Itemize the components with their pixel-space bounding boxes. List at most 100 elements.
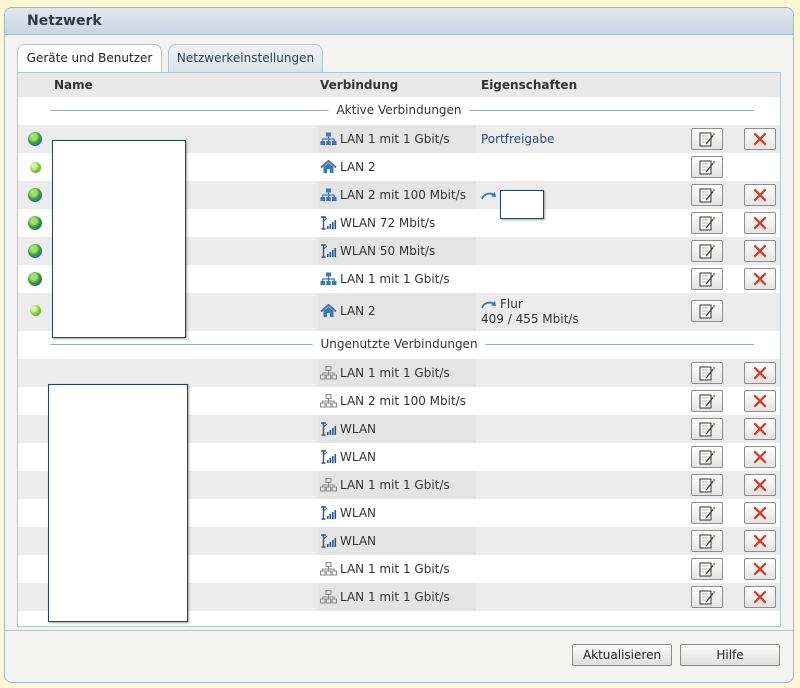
delete-icon bbox=[753, 590, 767, 604]
delete-button[interactable] bbox=[744, 362, 776, 384]
edit-button[interactable] bbox=[691, 268, 723, 290]
delete-button[interactable] bbox=[744, 446, 776, 468]
edit-button[interactable] bbox=[691, 530, 723, 552]
edit-icon bbox=[698, 131, 716, 147]
delete-button[interactable] bbox=[744, 240, 776, 262]
edit-button[interactable] bbox=[691, 474, 723, 496]
edit-icon bbox=[698, 533, 716, 549]
edit-icon bbox=[698, 421, 716, 437]
delete-icon bbox=[753, 562, 767, 576]
edit-button[interactable] bbox=[691, 184, 723, 206]
edit-button[interactable] bbox=[691, 156, 723, 178]
delete-icon bbox=[753, 216, 767, 230]
connection-info: LAN 1 mit 1 Gbit/s bbox=[320, 132, 450, 146]
edit-button[interactable] bbox=[691, 418, 723, 440]
help-button[interactable]: Hilfe bbox=[680, 644, 780, 666]
internet-globe-icon bbox=[28, 188, 42, 202]
edit-icon bbox=[698, 303, 716, 319]
delete-button[interactable] bbox=[744, 184, 776, 206]
edit-icon bbox=[698, 215, 716, 231]
column-name[interactable]: Name bbox=[54, 78, 93, 92]
connection-label: WLAN bbox=[340, 506, 377, 520]
delete-icon bbox=[753, 366, 767, 380]
delete-icon bbox=[753, 272, 767, 286]
edit-button[interactable] bbox=[691, 300, 723, 322]
lan-icon bbox=[320, 272, 340, 286]
connection-info: WLAN 72 Mbit/s bbox=[320, 216, 435, 230]
connection-label: WLAN 72 Mbit/s bbox=[340, 216, 436, 230]
connection-label: LAN 2 bbox=[340, 160, 376, 174]
edit-button[interactable] bbox=[691, 558, 723, 580]
delete-icon bbox=[753, 188, 767, 202]
delete-button[interactable] bbox=[744, 502, 776, 524]
lan-gray-icon bbox=[320, 394, 340, 408]
delete-button[interactable] bbox=[744, 212, 776, 234]
delete-icon bbox=[753, 244, 767, 258]
network-panel: Netzwerk Geräte und Benutzer Netzwerkein… bbox=[4, 7, 794, 683]
edit-icon bbox=[698, 589, 716, 605]
connection-info: LAN 1 mit 1 Gbit/s bbox=[320, 366, 450, 380]
lan-icon bbox=[320, 188, 340, 202]
connection-label: WLAN bbox=[340, 422, 377, 436]
edit-button[interactable] bbox=[691, 390, 723, 412]
table-row: LAN 1 mit 1 Gbit/s bbox=[18, 359, 780, 387]
wlan-icon bbox=[320, 506, 340, 520]
mesh-speed: 409 / 455 Mbit/s bbox=[481, 312, 579, 326]
lan-gray-icon bbox=[320, 562, 340, 576]
connection-info: LAN 2 bbox=[320, 304, 376, 318]
mesh-name-line: Flur bbox=[481, 297, 579, 312]
edit-icon bbox=[698, 365, 716, 381]
tab-network-settings[interactable]: Netzwerkeinstellungen bbox=[168, 44, 323, 72]
table-header: Name Verbindung Eigenschaften bbox=[18, 73, 780, 97]
port-forward-link[interactable]: Portfreigabe bbox=[481, 132, 554, 146]
edit-button[interactable] bbox=[691, 128, 723, 150]
delete-button[interactable] bbox=[744, 268, 776, 290]
panel-title: Netzwerk bbox=[5, 8, 793, 35]
repeater-icon bbox=[481, 297, 500, 311]
lan-gray-icon bbox=[320, 366, 340, 380]
edit-button[interactable] bbox=[691, 446, 723, 468]
connection-info: LAN 2 bbox=[320, 160, 376, 174]
lan-icon bbox=[320, 132, 340, 146]
connection-label: LAN 2 mit 100 Mbit/s bbox=[340, 188, 466, 202]
edit-icon bbox=[698, 561, 716, 577]
home-icon bbox=[320, 160, 340, 174]
edit-button[interactable] bbox=[691, 502, 723, 524]
refresh-button[interactable]: Aktualisieren bbox=[572, 644, 672, 666]
edit-icon bbox=[698, 159, 716, 175]
delete-icon bbox=[753, 394, 767, 408]
column-properties[interactable]: Eigenschaften bbox=[481, 78, 577, 92]
delete-button[interactable] bbox=[744, 474, 776, 496]
connection-label: WLAN bbox=[340, 534, 377, 548]
wlan-icon bbox=[320, 534, 340, 548]
delete-icon bbox=[753, 422, 767, 436]
lan-gray-icon bbox=[320, 590, 340, 604]
connection-label: LAN 1 mit 1 Gbit/s bbox=[340, 562, 450, 576]
tab-devices-users[interactable]: Geräte und Benutzer bbox=[17, 44, 162, 73]
edit-button[interactable] bbox=[691, 212, 723, 234]
internet-globe-icon bbox=[28, 244, 42, 258]
home-icon bbox=[320, 304, 340, 318]
delete-button[interactable] bbox=[744, 586, 776, 608]
delete-button[interactable] bbox=[744, 558, 776, 580]
delete-button[interactable] bbox=[744, 530, 776, 552]
section-active-label: Aktive Verbindungen bbox=[328, 103, 470, 117]
section-active: Aktive Verbindungen bbox=[18, 97, 780, 125]
edit-icon bbox=[698, 505, 716, 521]
edit-button[interactable] bbox=[691, 586, 723, 608]
delete-button[interactable] bbox=[744, 390, 776, 412]
connection-label: LAN 2 bbox=[340, 304, 376, 318]
delete-button[interactable] bbox=[744, 418, 776, 440]
delete-button[interactable] bbox=[744, 128, 776, 150]
wlan-icon bbox=[320, 450, 340, 464]
redacted-names-active bbox=[52, 140, 186, 338]
column-connection[interactable]: Verbindung bbox=[320, 78, 398, 92]
connection-label: LAN 1 mit 1 Gbit/s bbox=[340, 590, 450, 604]
connection-info: LAN 1 mit 1 Gbit/s bbox=[320, 590, 450, 604]
connection-info: WLAN bbox=[320, 450, 376, 464]
connection-label: LAN 1 mit 1 Gbit/s bbox=[340, 272, 450, 286]
edit-button[interactable] bbox=[691, 240, 723, 262]
edit-icon bbox=[698, 393, 716, 409]
edit-button[interactable] bbox=[691, 362, 723, 384]
connection-info: WLAN 50 Mbit/s bbox=[320, 244, 435, 258]
